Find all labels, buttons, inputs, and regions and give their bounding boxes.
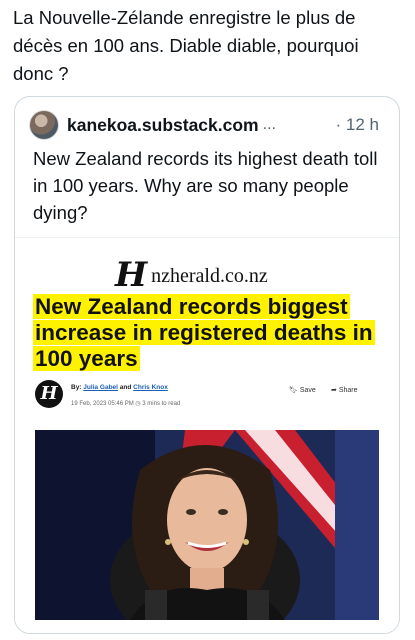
byline-prefix: By: — [71, 384, 82, 391]
quoted-tweet-time[interactable]: · 12 h — [336, 115, 379, 135]
author-link-2[interactable]: Chris Knox — [133, 384, 168, 391]
quoted-author-name[interactable]: kanekoa.substack.com — [67, 115, 259, 136]
date-text: 19 Feb, 2023 05:46 PM — [71, 401, 134, 407]
headline-highlight: New Zealand records biggest increase in … — [33, 294, 375, 371]
share-arrow-icon: ➦ — [331, 387, 339, 394]
save-button[interactable]: 🔖︎ Save — [289, 386, 316, 394]
article-photo — [35, 430, 379, 620]
byline-and: and — [119, 384, 132, 391]
read-time: 3 mins to read — [142, 401, 181, 407]
share-button[interactable]: ➦ Share — [331, 386, 358, 394]
nzherald-logo-text: nzherald.co.nz — [151, 265, 268, 287]
byline: H By: Julia Gabel and Chris Knox 19 Feb,… — [35, 380, 375, 414]
quoted-tweet-header: kanekoa.substack.com ... · 12 h — [29, 110, 389, 140]
article-date: 19 Feb, 2023 05:46 PM ◷ 3 mins to read — [71, 400, 180, 407]
tweet-text: La Nouvelle-Zélande enregistre le plus d… — [13, 7, 359, 84]
quoted-tweet-text: New Zealand records its highest death to… — [33, 148, 378, 223]
share-label: Share — [338, 387, 358, 394]
quoted-tweet-card[interactable]: kanekoa.substack.com ... · 12 h New Zeal… — [14, 96, 400, 634]
byline-authors: By: Julia Gabel and Chris Knox — [71, 384, 168, 391]
nzherald-logo: H nzherald.co.nz — [115, 256, 268, 292]
bookmark-icon: 🔖︎ — [289, 387, 300, 394]
save-label: Save — [299, 387, 316, 394]
avatar[interactable] — [29, 110, 59, 140]
author-link-1[interactable]: Julia Gabel — [83, 384, 118, 391]
article-screenshot[interactable]: H nzherald.co.nz New Zealand records big… — [15, 237, 399, 633]
herald-round-icon: H — [35, 380, 63, 408]
photo-illustration — [35, 430, 379, 620]
author-truncation: ... — [262, 116, 276, 133]
article-headline: New Zealand records biggest increase in … — [33, 294, 383, 372]
herald-h-icon: H — [115, 255, 148, 295]
